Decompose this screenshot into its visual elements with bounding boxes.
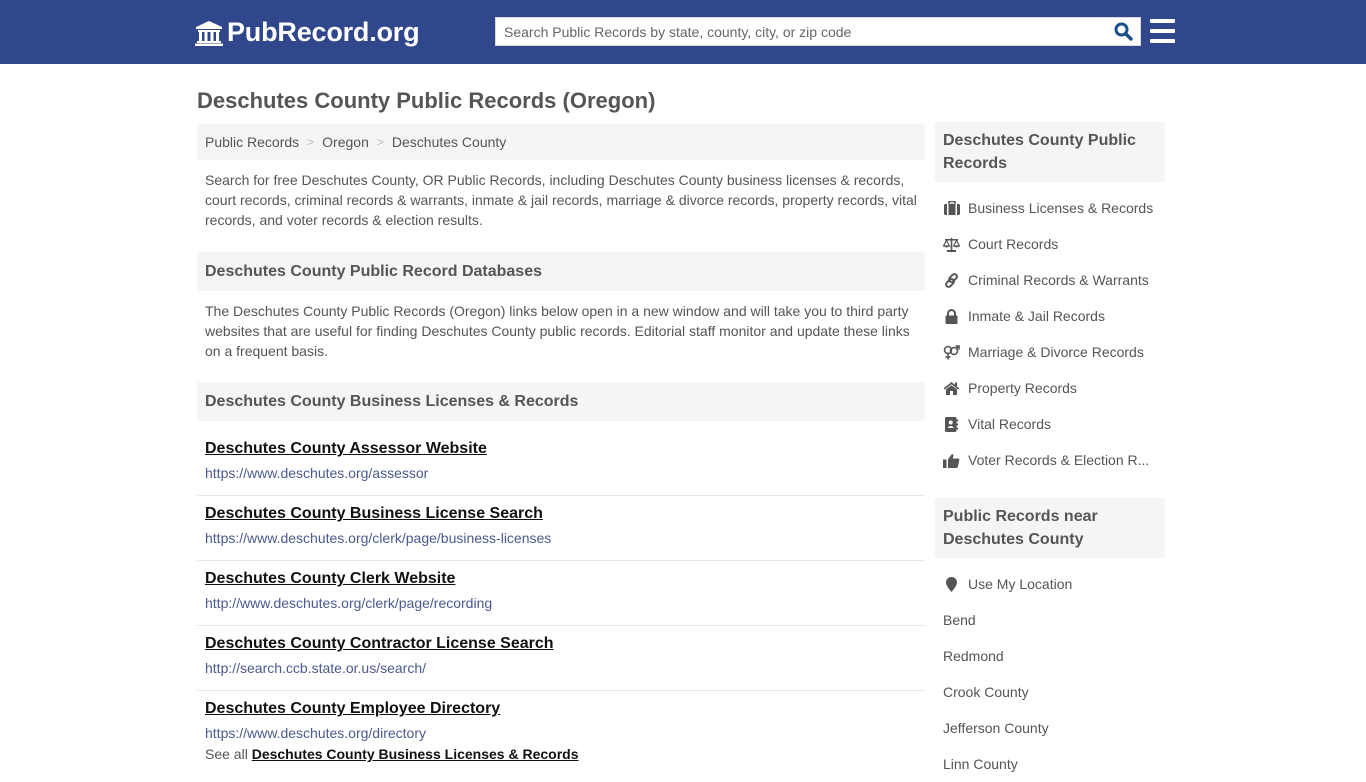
sidebar-categories-heading: Deschutes County Public Records (935, 122, 1165, 182)
sidebar-nearby-list: Use My Location Bend Redmond Crook Count… (935, 558, 1165, 782)
sidebar-item-business[interactable]: Business Licenses & Records (935, 190, 1165, 226)
gender-icon (943, 344, 960, 360)
business-links-list: Deschutes County Assessor Website https:… (197, 431, 925, 756)
sidebar-item-court[interactable]: Court Records (935, 226, 1165, 262)
list-item: Deschutes County Assessor Website https:… (197, 431, 925, 496)
sidebar-item-label: Court Records (968, 236, 1059, 252)
home-icon (943, 380, 960, 396)
see-all-link[interactable]: Deschutes County Business Licenses & Rec… (252, 746, 579, 762)
use-my-location-label: Use My Location (968, 576, 1073, 592)
sidebar: Deschutes County Public Records Business… (935, 122, 1165, 782)
list-item: Deschutes County Clerk Website http://ww… (197, 561, 925, 626)
databases-heading: Deschutes County Public Record Databases (197, 252, 925, 291)
link-title[interactable]: Deschutes County Contractor License Sear… (205, 634, 917, 654)
search-button[interactable] (1106, 18, 1140, 45)
breadcrumb-separator: > (307, 135, 315, 149)
breadcrumb-public-records[interactable]: Public Records (205, 134, 299, 150)
thumbs-up-icon (943, 452, 960, 468)
map-marker-icon (943, 576, 960, 592)
sidebar-item-label: Inmate & Jail Records (968, 308, 1105, 324)
sidebar-item-inmate[interactable]: Inmate & Jail Records (935, 298, 1165, 334)
list-item: Deschutes County Business License Search… (197, 496, 925, 561)
sidebar-item-label: Vital Records (968, 416, 1052, 432)
lock-icon (943, 308, 960, 324)
sidebar-nearby-heading: Public Records near Deschutes County (935, 498, 1165, 558)
logo-text: PubRecord.org (227, 17, 420, 47)
intro-paragraph: Search for free Deschutes County, OR Pub… (205, 172, 917, 228)
link-url: https://www.deschutes.org/assessor (205, 465, 429, 481)
search-icon (1114, 22, 1133, 41)
briefcase-icon (943, 200, 960, 216)
sidebar-item-marriage[interactable]: Marriage & Divorce Records (935, 334, 1165, 370)
link-title[interactable]: Deschutes County Employee Directory (205, 699, 917, 719)
breadcrumb-oregon[interactable]: Oregon (322, 134, 369, 150)
sidebar-item-label: Marriage & Divorce Records (968, 344, 1144, 360)
link-url: https://www.deschutes.org/directory (205, 725, 426, 741)
nearby-link-redmond[interactable]: Redmond (935, 638, 1165, 674)
nearby-link-jefferson-county[interactable]: Jefferson County (935, 710, 1165, 746)
see-all-line: See all Deschutes County Business Licens… (197, 746, 925, 762)
sidebar-item-label: Property Records (968, 380, 1077, 396)
link-title[interactable]: Deschutes County Business License Search (205, 504, 917, 524)
link-url: http://search.ccb.state.or.us/search/ (205, 660, 426, 676)
scale-icon (943, 236, 960, 252)
sidebar-item-label: Criminal Records & Warrants (968, 272, 1149, 288)
search-input[interactable] (496, 18, 1106, 45)
hamburger-menu-button[interactable] (1150, 19, 1175, 43)
site-logo[interactable]: PubRecord.org (195, 17, 420, 48)
contact-book-icon (943, 416, 960, 432)
menu-bar-icon (1150, 39, 1175, 43)
breadcrumb: Public Records > Oregon > Deschutes Coun… (197, 124, 925, 160)
use-my-location-button[interactable]: Use My Location (935, 566, 1165, 602)
sidebar-item-vital[interactable]: Vital Records (935, 406, 1165, 442)
nearby-link-crook-county[interactable]: Crook County (935, 674, 1165, 710)
list-item: Deschutes County Contractor License Sear… (197, 626, 925, 691)
sidebar-item-criminal[interactable]: Criminal Records & Warrants (935, 262, 1165, 298)
link-url: http://www.deschutes.org/clerk/page/reco… (205, 595, 493, 611)
link-title[interactable]: Deschutes County Assessor Website (205, 439, 917, 459)
see-all-prefix: See all (205, 746, 248, 762)
breadcrumb-deschutes-county[interactable]: Deschutes County (392, 134, 506, 150)
sidebar-item-label: Business Licenses & Records (968, 200, 1154, 216)
nearby-link-bend[interactable]: Bend (935, 602, 1165, 638)
sidebar-categories-list: Business Licenses & Records Court Record… (935, 182, 1165, 478)
breadcrumb-separator: > (376, 135, 384, 149)
search-bar (495, 17, 1141, 46)
courthouse-icon (195, 20, 223, 46)
sidebar-item-voter[interactable]: Voter Records & Election R... (935, 442, 1165, 478)
menu-bar-icon (1150, 19, 1175, 23)
sidebar-item-property[interactable]: Property Records (935, 370, 1165, 406)
business-heading: Deschutes County Business Licenses & Rec… (197, 382, 925, 421)
nearby-link-linn-county[interactable]: Linn County (935, 746, 1165, 782)
link-icon (943, 272, 960, 288)
sidebar-item-label: Voter Records & Election R... (968, 452, 1150, 468)
top-navbar: PubRecord.org (0, 0, 1366, 64)
main-content: Public Records > Oregon > Deschutes Coun… (197, 124, 925, 762)
page-title: Deschutes County Public Records (Oregon) (197, 88, 656, 113)
databases-description: The Deschutes County Public Records (Ore… (205, 303, 910, 359)
menu-bar-icon (1150, 29, 1175, 33)
link-title[interactable]: Deschutes County Clerk Website (205, 569, 917, 589)
link-url: https://www.deschutes.org/clerk/page/bus… (205, 530, 552, 546)
